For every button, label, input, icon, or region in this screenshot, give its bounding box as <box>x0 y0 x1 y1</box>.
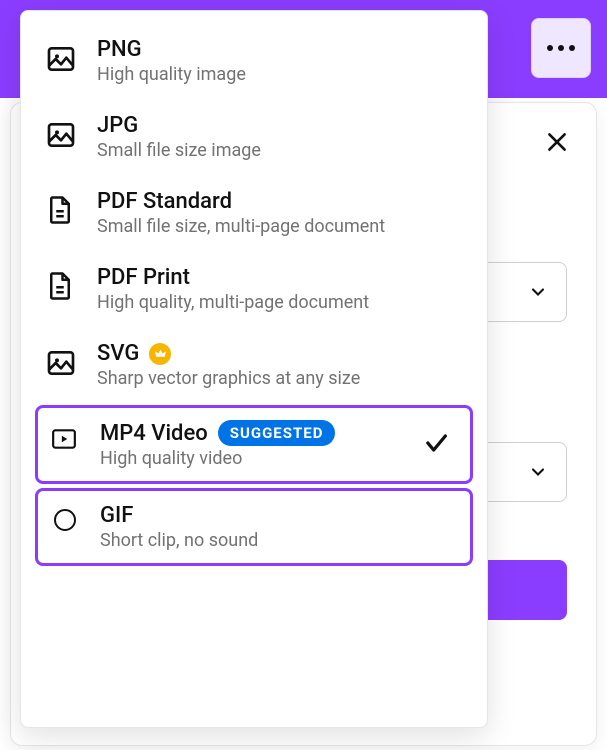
file-type-option-pdf-standard[interactable]: PDF Standard Small file size, multi-page… <box>35 177 473 249</box>
option-description: Small file size, multi-page document <box>97 216 463 237</box>
gif-icon <box>48 509 80 541</box>
option-title: JPG <box>97 113 138 138</box>
option-description: High quality image <box>97 64 463 85</box>
image-icon <box>45 43 77 75</box>
close-button[interactable] <box>541 126 573 158</box>
file-icon <box>45 271 77 303</box>
option-title: SVG <box>97 341 139 366</box>
chevron-down-icon <box>528 462 548 482</box>
option-title: MP4 Video <box>100 421 208 446</box>
image-icon <box>45 119 77 151</box>
file-type-option-png[interactable]: PNG High quality image <box>35 25 473 97</box>
more-menu-button[interactable] <box>531 18 591 78</box>
option-description: High quality, multi-page document <box>97 292 463 313</box>
file-type-option-jpg[interactable]: JPG Small file size image <box>35 101 473 173</box>
option-title: GIF <box>100 503 133 528</box>
option-description: Short clip, no sound <box>100 530 460 551</box>
file-type-dropdown[interactable]: PNG High quality image JPG Small file si… <box>20 10 488 728</box>
download-button-background[interactable] <box>476 560 567 620</box>
file-type-option-pdf-print[interactable]: PDF Print High quality, multi-page docum… <box>35 253 473 325</box>
file-type-option-mp4[interactable]: MP4 Video SUGGESTED High quality video <box>35 405 473 484</box>
option-title: PDF Standard <box>97 189 232 214</box>
option-description: Sharp vector graphics at any size <box>97 368 463 389</box>
file-type-option-gif[interactable]: GIF Short clip, no sound <box>35 488 473 566</box>
image-icon <box>45 347 77 379</box>
chevron-down-icon <box>528 282 548 302</box>
option-title: PDF Print <box>97 265 190 290</box>
suggested-badge: SUGGESTED <box>218 420 336 446</box>
crown-icon <box>149 343 171 365</box>
option-title: PNG <box>97 37 142 62</box>
check-icon <box>422 429 450 461</box>
video-icon <box>48 426 80 458</box>
file-icon <box>45 195 77 227</box>
file-type-option-svg[interactable]: SVG Sharp vector graphics at any size <box>35 329 473 401</box>
option-description: Small file size image <box>97 140 463 161</box>
option-description: High quality video <box>100 448 460 469</box>
